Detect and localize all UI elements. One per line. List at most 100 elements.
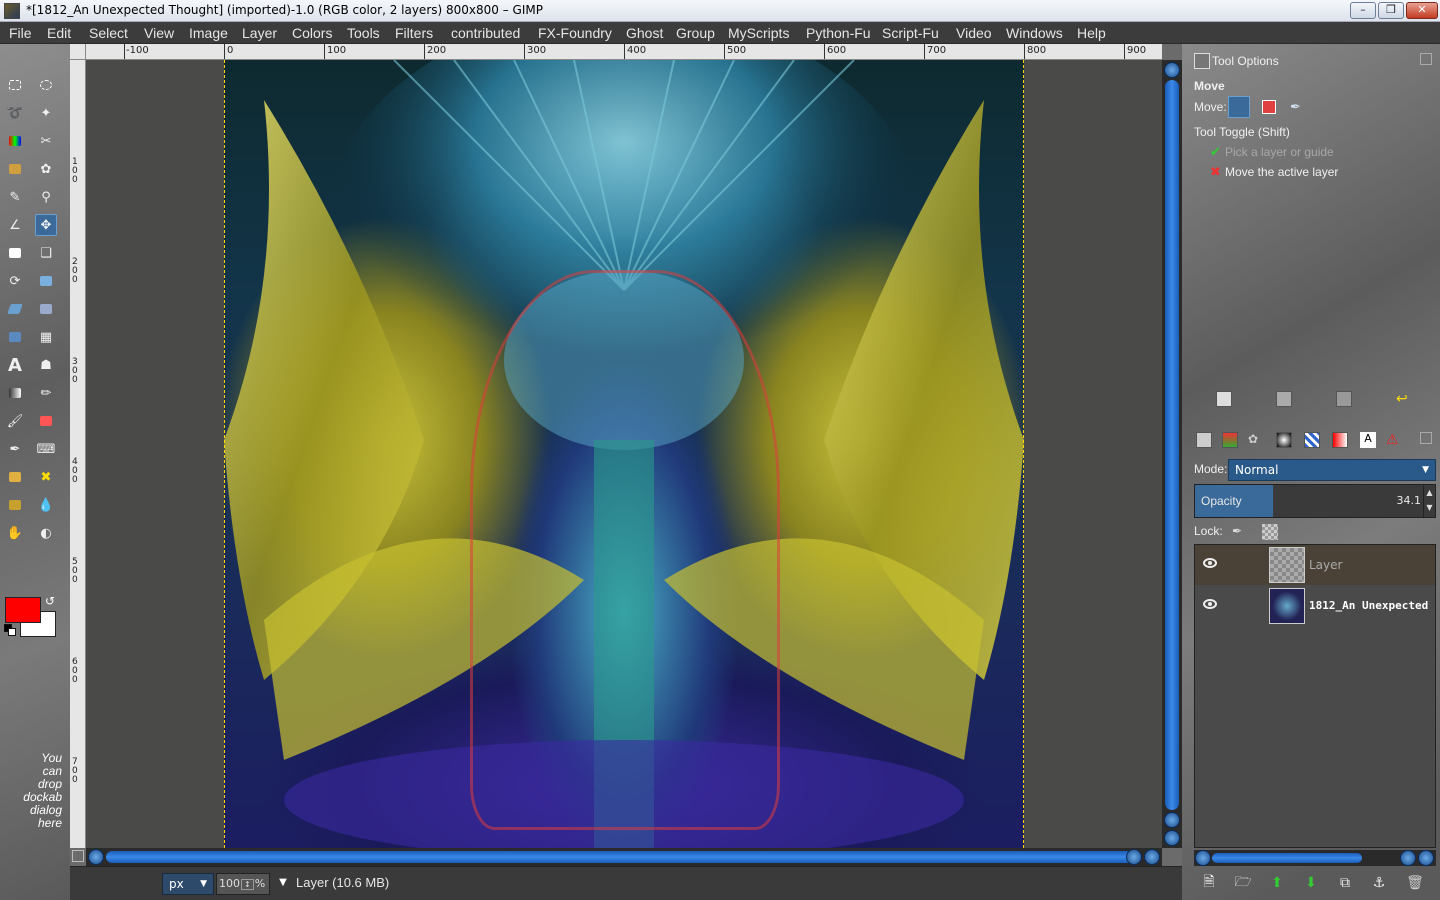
fonts-tab-icon[interactable]: A — [1360, 432, 1376, 448]
bucket-fill-icon[interactable]: ☗ — [35, 354, 57, 376]
menu-video[interactable]: Video — [956, 25, 992, 41]
delete-layer-icon[interactable]: 🗑 — [1406, 874, 1424, 892]
opacity-spin-icon[interactable]: ▲ ▼ — [1423, 485, 1435, 517]
layers-horizontal-scrollbar[interactable] — [1194, 850, 1436, 866]
error-console-tab-icon[interactable]: ⚠ — [1386, 432, 1402, 448]
layer-name[interactable]: 1812_An Unexpected Thought — [1309, 599, 1435, 612]
save-options-icon[interactable] — [1216, 391, 1232, 407]
lock-alpha-icon[interactable] — [1262, 524, 1278, 540]
measure-icon[interactable]: ∠ — [4, 214, 26, 236]
menu-image[interactable]: Image — [189, 25, 228, 41]
scroll-right-button-2[interactable] — [1418, 850, 1434, 866]
zoom-field[interactable]: 100 ↕% — [216, 873, 270, 895]
menu-contributed[interactable]: contributed — [451, 25, 520, 41]
crop-icon[interactable]: ❏ — [35, 242, 57, 264]
horizontal-ruler[interactable]: -100 0 100 200 300 400 500 600 700 800 9… — [86, 44, 1162, 60]
layer-row[interactable]: Layer — [1195, 545, 1435, 585]
mode-select[interactable]: Normal ▼ — [1228, 459, 1436, 481]
brushes-tab-icon[interactable] — [1276, 432, 1292, 448]
image-canvas[interactable] — [224, 60, 1024, 848]
vertical-scrollbar[interactable] — [1162, 60, 1182, 848]
duplicate-layer-icon[interactable]: ⧉ — [1336, 874, 1354, 892]
paths-tab-icon[interactable]: ✿ — [1248, 432, 1264, 448]
channels-tab-icon[interactable] — [1222, 432, 1238, 448]
scroll-down-button-2[interactable] — [1164, 830, 1180, 846]
vertical-ruler[interactable]: 1 0 0 2 0 0 3 0 0 4 0 0 5 0 0 6 0 0 7 0 … — [70, 60, 86, 848]
visibility-eye-icon[interactable] — [1203, 558, 1217, 568]
lower-layer-icon[interactable]: ⬇ — [1302, 874, 1320, 892]
visibility-eye-icon[interactable] — [1203, 599, 1217, 609]
paintbrush-icon[interactable]: 🖌 — [4, 410, 26, 432]
shear-icon[interactable] — [4, 298, 26, 320]
fuzzy-select-icon[interactable]: ✦ — [35, 102, 57, 124]
lock-pixels-icon[interactable]: ✒ — [1232, 524, 1248, 540]
swap-colors-icon[interactable]: ↺ — [45, 594, 55, 608]
flip-icon[interactable] — [4, 326, 26, 348]
scroll-left-button[interactable] — [1195, 850, 1211, 866]
scroll-right-button-2[interactable] — [1144, 849, 1160, 865]
color-picker-icon[interactable]: ✎ — [4, 186, 26, 208]
pencil-icon[interactable]: ✏ — [35, 382, 57, 404]
gradients-tab-icon[interactable] — [1332, 432, 1348, 448]
option-pick-layer[interactable]: Pick a layer or guide — [1225, 145, 1334, 159]
menu-edit[interactable]: Edit — [47, 25, 71, 41]
scroll-down-button[interactable] — [1164, 812, 1180, 828]
restore-options-icon[interactable] — [1276, 391, 1292, 407]
move-selection-mode-icon[interactable] — [1262, 100, 1276, 114]
blend-icon[interactable] — [4, 382, 26, 404]
menu-view[interactable]: View — [144, 25, 174, 41]
scroll-right-button[interactable] — [1400, 850, 1416, 866]
menu-ghost[interactable]: Ghost — [626, 25, 663, 41]
reset-options-icon[interactable]: ↩ — [1396, 391, 1412, 407]
menu-fx-foundry[interactable]: FX-Foundry — [538, 25, 612, 41]
unit-select[interactable]: px ▼ — [162, 873, 214, 895]
scroll-right-button[interactable] — [1126, 849, 1142, 865]
minimize-button[interactable]: – — [1350, 2, 1376, 19]
cage-transform-icon[interactable]: ▦ — [35, 326, 57, 348]
scroll-up-button[interactable] — [1164, 62, 1180, 78]
move-layer-mode-icon[interactable] — [1228, 96, 1250, 118]
anchor-layer-icon[interactable]: ⚓ — [1370, 874, 1388, 892]
horizontal-scrollbar[interactable] — [86, 848, 1162, 866]
foreground-select-icon[interactable] — [4, 158, 26, 180]
heal-icon[interactable]: ✖ — [35, 466, 57, 488]
menu-script-fu[interactable]: Script-Fu — [882, 25, 939, 41]
scissors-icon[interactable]: ✂ — [35, 130, 57, 152]
layer-name[interactable]: Layer — [1309, 558, 1435, 572]
raise-layer-icon[interactable]: ⬆ — [1268, 874, 1286, 892]
eraser-icon[interactable] — [35, 410, 57, 432]
menu-colors[interactable]: Colors — [292, 25, 332, 41]
layers-scroll-thumb[interactable] — [1212, 853, 1362, 863]
smudge-icon[interactable]: ✋ — [4, 522, 26, 544]
menu-select[interactable]: Select — [89, 25, 128, 41]
menu-python-fu[interactable]: Python-Fu — [806, 25, 871, 41]
menu-filters[interactable]: Filters — [395, 25, 433, 41]
airbrush-icon[interactable]: ✒ — [4, 438, 26, 460]
zoom-icon[interactable]: ⚲ — [35, 186, 57, 208]
horizontal-scroll-thumb[interactable] — [106, 851, 1136, 863]
patterns-tab-icon[interactable] — [1304, 432, 1320, 448]
vertical-scroll-thumb[interactable] — [1165, 80, 1179, 810]
blur-icon[interactable]: 💧 — [35, 494, 57, 516]
clone-icon[interactable] — [4, 466, 26, 488]
rotate-icon[interactable]: ⟳ — [4, 270, 26, 292]
new-layer-group-icon[interactable]: 🗁 — [1234, 874, 1252, 892]
menu-group[interactable]: Group — [676, 25, 715, 41]
option-move-active-layer[interactable]: Move the active layer — [1225, 165, 1338, 179]
perspective-icon[interactable] — [35, 298, 57, 320]
rect-select-icon[interactable] — [4, 74, 26, 96]
configure-tab-icon-2[interactable] — [1420, 432, 1432, 444]
maximize-button[interactable]: ❒ — [1378, 2, 1404, 19]
scale-icon[interactable] — [35, 270, 57, 292]
reset-colors-icon[interactable] — [4, 624, 16, 636]
scroll-left-button[interactable] — [88, 849, 104, 865]
move-path-mode-icon[interactable]: ✒ — [1290, 100, 1306, 116]
ruler-corner[interactable] — [70, 44, 86, 60]
lasso-icon[interactable]: ➰ — [4, 102, 26, 124]
perspective-clone-icon[interactable] — [4, 494, 26, 516]
zoom-dropdown-arrow-icon[interactable]: ▼ — [274, 873, 292, 895]
close-button[interactable]: ✕ — [1406, 2, 1438, 19]
ellipse-select-icon[interactable] — [35, 74, 57, 96]
new-layer-icon[interactable]: 🗎 — [1200, 874, 1218, 892]
foreground-color-swatch[interactable] — [5, 597, 41, 623]
